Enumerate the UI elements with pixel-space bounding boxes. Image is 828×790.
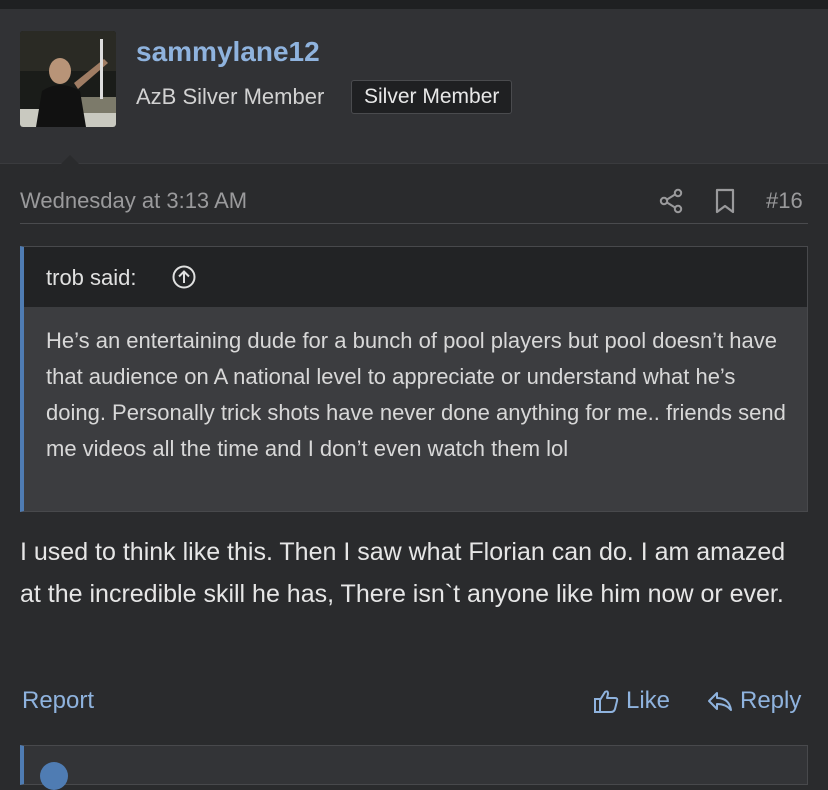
header-pointer xyxy=(53,155,87,172)
post-header-divider xyxy=(20,223,808,224)
like-button[interactable]: Like xyxy=(592,684,670,718)
reply-label: Reply xyxy=(740,687,802,714)
user-banner-badge: Silver Member xyxy=(351,80,513,114)
post-date[interactable]: Wednesday at 3:13 AM xyxy=(20,188,247,214)
username-link[interactable]: sammylane12 xyxy=(136,36,320,68)
user-title: AzB Silver Member xyxy=(136,84,325,109)
quote-author: trob said: xyxy=(46,265,137,290)
arrow-up-circle-icon[interactable] xyxy=(172,265,196,289)
report-link[interactable]: Report xyxy=(22,687,94,715)
post-message: I used to think like this. Then I saw wh… xyxy=(20,538,786,608)
quote-text: He’s an entertaining dude for a bunch of… xyxy=(46,328,786,461)
quote-header: trob said: xyxy=(24,247,807,307)
avatar[interactable] xyxy=(20,31,116,127)
share-icon[interactable] xyxy=(659,188,683,214)
post-number-link[interactable]: #16 xyxy=(766,188,803,214)
thumbs-up-icon xyxy=(594,690,619,713)
reply-button[interactable]: Reply xyxy=(706,684,801,718)
top-bar xyxy=(0,0,828,9)
quote-block: trob said: He’s an entertaining dude for… xyxy=(20,246,808,512)
post-user-header: sammylane12 AzB Silver Member Silver Mem… xyxy=(0,9,828,172)
next-post-preview xyxy=(20,745,808,790)
bookmark-icon[interactable] xyxy=(713,187,737,215)
reply-arrow-icon xyxy=(708,692,732,711)
reaction-avatar xyxy=(40,762,68,790)
like-label: Like xyxy=(626,687,671,714)
avatar-image xyxy=(20,31,116,127)
